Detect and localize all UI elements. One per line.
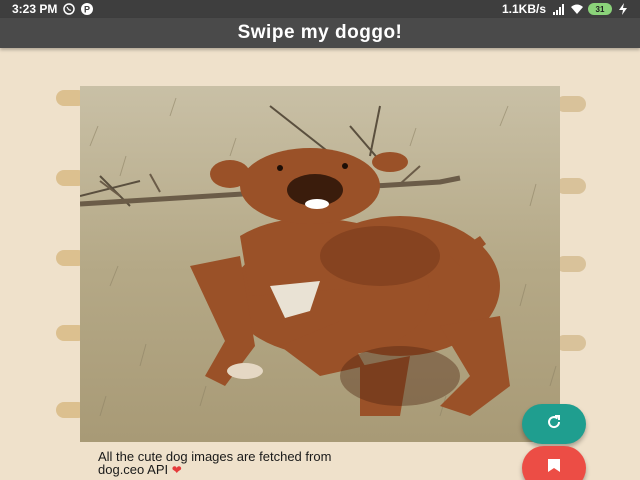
- dog-photo: [80, 86, 560, 442]
- heart-icon: ❤: [171, 463, 182, 477]
- app-title: Swipe my doggo!: [237, 22, 403, 43]
- footer-line-2: dog.ceo API ❤: [98, 463, 538, 477]
- wifi-icon: [570, 3, 583, 15]
- refresh-icon: [545, 413, 563, 436]
- whatsapp-icon: [63, 3, 76, 15]
- charging-icon: [618, 3, 630, 15]
- stacked-card-edge: [556, 256, 586, 272]
- bookmark-button[interactable]: [522, 446, 586, 480]
- status-time: 3:23 PM: [12, 2, 58, 16]
- app-bar: Swipe my doggo!: [0, 18, 640, 48]
- status-left: 3:23 PM P: [12, 2, 94, 16]
- status-right: 1.1KB/s 31: [502, 2, 630, 16]
- dog-image-card[interactable]: [80, 86, 560, 442]
- stacked-card-edge: [556, 335, 586, 351]
- p-app-icon: P: [81, 3, 94, 15]
- refresh-button[interactable]: [522, 404, 586, 444]
- signal-icon: [552, 3, 564, 15]
- bookmark-icon: [547, 458, 561, 479]
- stacked-card-edge: [556, 178, 586, 194]
- status-bar: 3:23 PM P 1.1KB/s 31: [0, 0, 640, 18]
- footer-api-text: dog.ceo API: [98, 462, 169, 477]
- stacked-card-edge: [556, 96, 586, 112]
- network-speed: 1.1KB/s: [501, 2, 546, 16]
- battery-icon: 31: [588, 3, 612, 15]
- footer-credit: All the cute dog images are fetched from…: [98, 450, 538, 477]
- svg-text:P: P: [84, 5, 90, 15]
